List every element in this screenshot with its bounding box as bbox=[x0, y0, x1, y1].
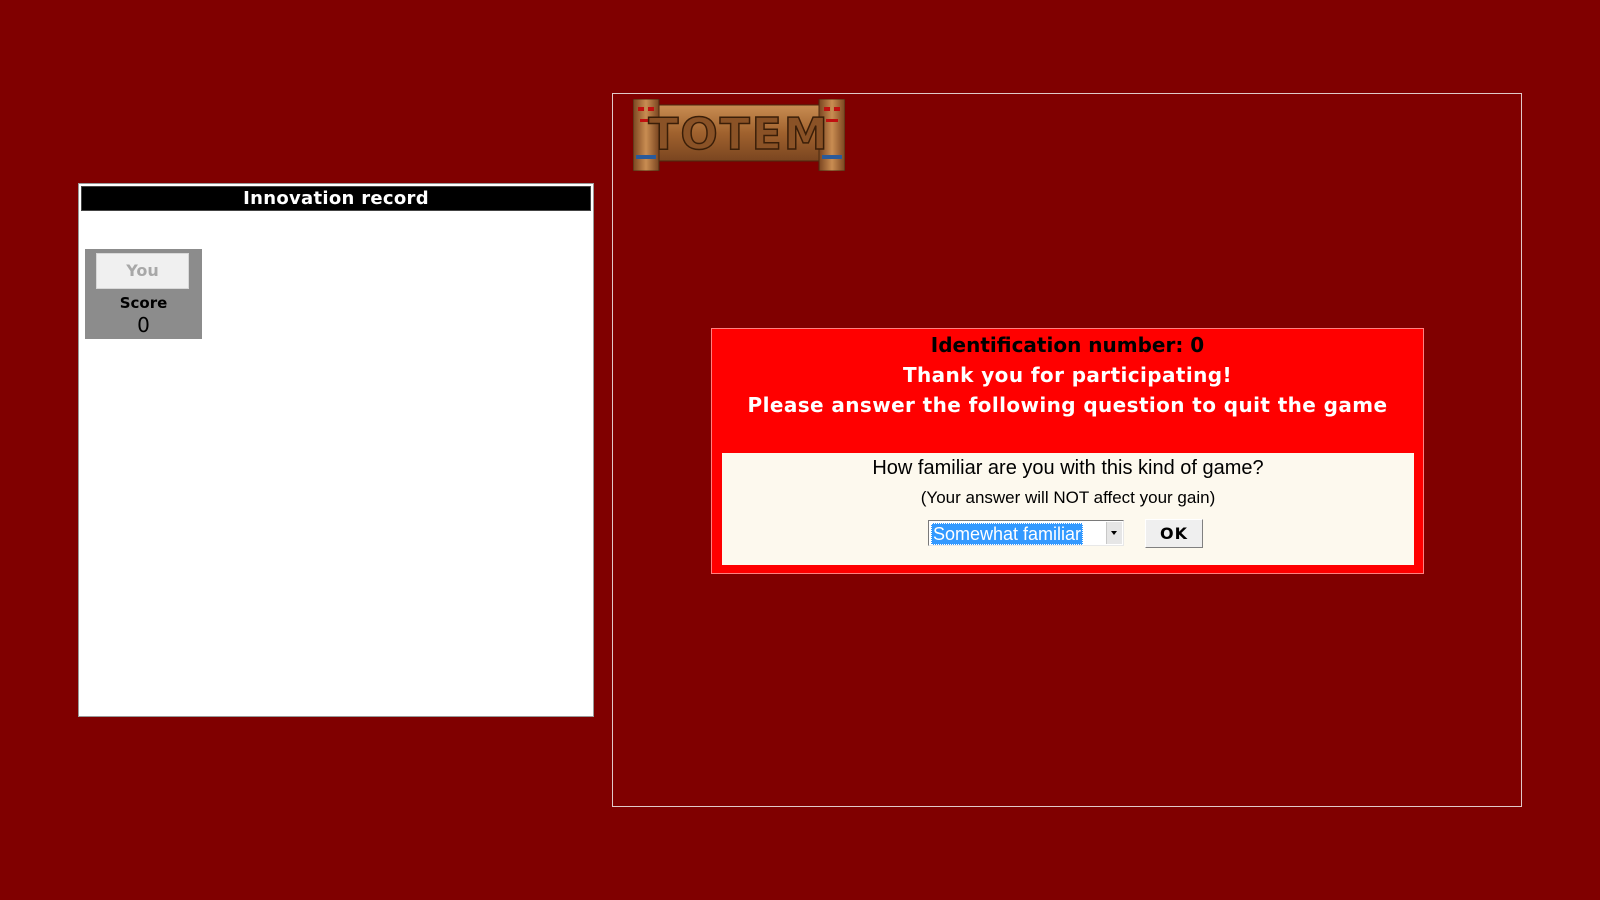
dropdown-arrow-icon[interactable] bbox=[1106, 522, 1122, 544]
app-stage: Innovation record You Score 0 TOTEM Iden… bbox=[0, 0, 1600, 900]
totem-logo-icon: TOTEM bbox=[633, 99, 845, 171]
player-card: You Score 0 bbox=[85, 249, 202, 339]
question-box: How familiar are you with this kind of g… bbox=[722, 453, 1414, 565]
familiarity-select-value: Somewhat familiar bbox=[931, 523, 1084, 545]
quit-instruction: Please answer the following question to … bbox=[747, 393, 1388, 417]
quit-dialog: Identification number: 0 Thank you for p… bbox=[711, 328, 1424, 574]
innovation-record-title: Innovation record bbox=[81, 186, 591, 211]
question-note: (Your answer will NOT affect your gain) bbox=[920, 488, 1216, 507]
ok-button[interactable]: OK bbox=[1145, 519, 1203, 548]
question-text: How familiar are you with this kind of g… bbox=[872, 457, 1264, 479]
player-name-button[interactable]: You bbox=[96, 253, 189, 289]
score-label: Score bbox=[119, 294, 168, 312]
logo-text: TOTEM bbox=[648, 109, 829, 160]
thanks-message: Thank you for participating! bbox=[902, 363, 1233, 387]
innovation-record-panel: Innovation record You Score 0 bbox=[78, 183, 594, 717]
familiarity-select[interactable]: Somewhat familiar bbox=[928, 520, 1124, 546]
score-value: 0 bbox=[137, 313, 150, 337]
identification-number: Identification number: 0 bbox=[930, 333, 1205, 357]
game-panel: TOTEM Identification number: 0 Thank you… bbox=[612, 93, 1522, 807]
